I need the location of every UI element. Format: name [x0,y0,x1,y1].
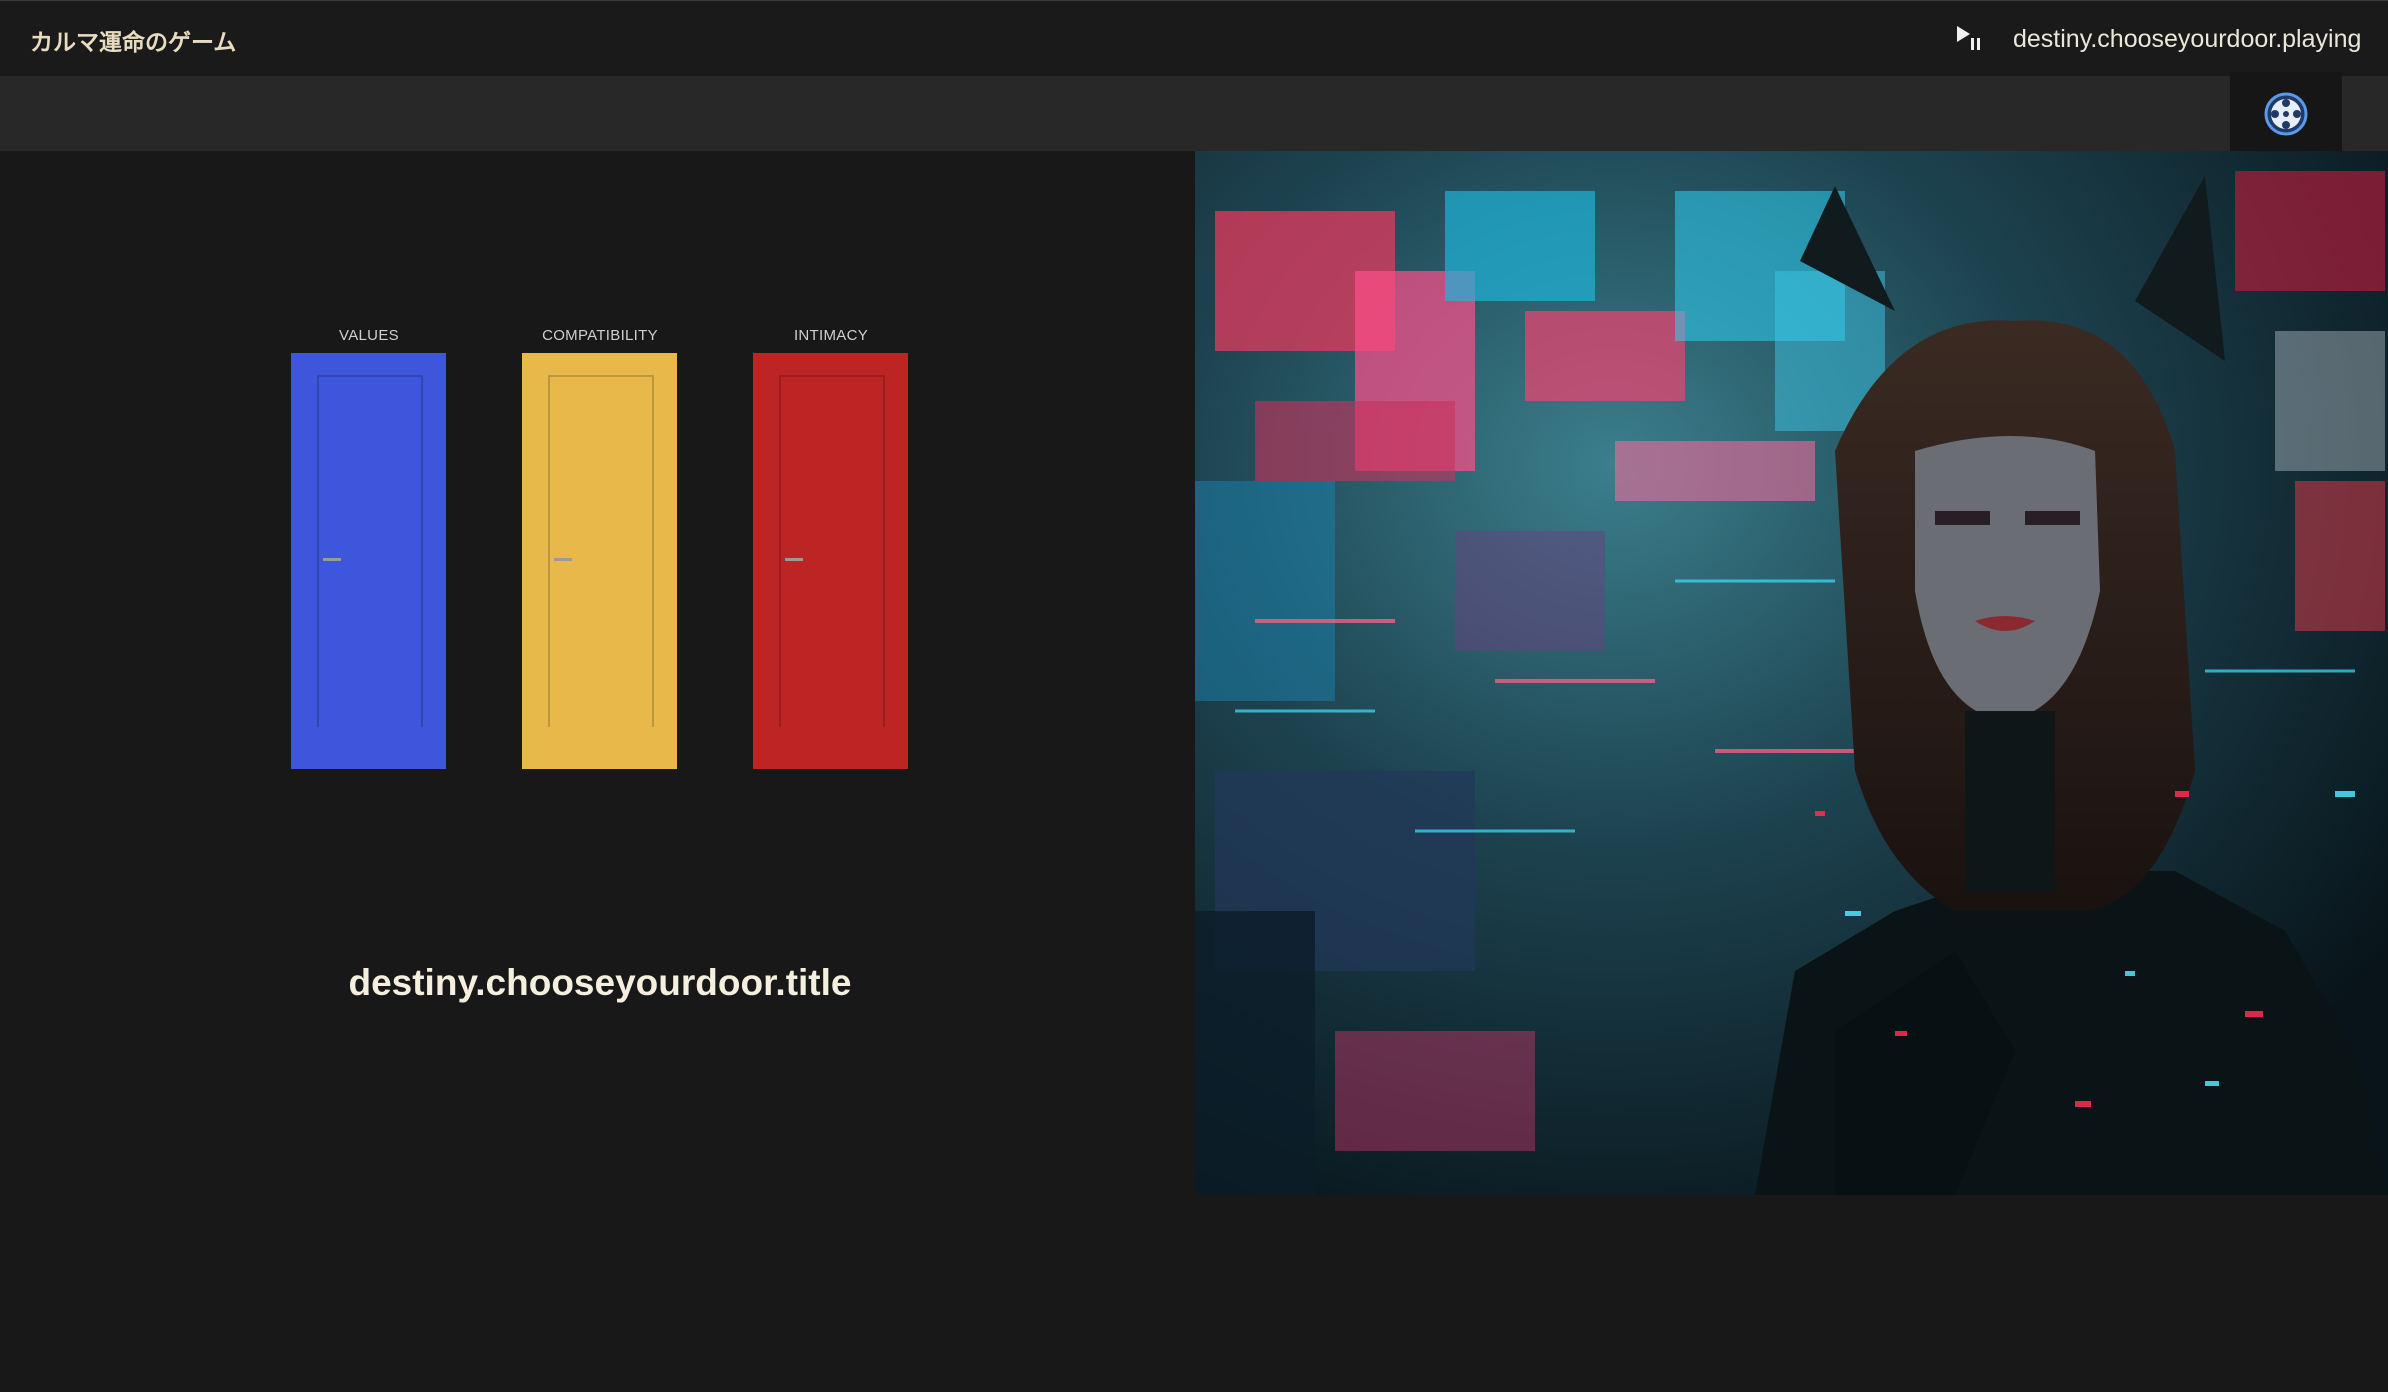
door-values[interactable] [291,353,446,769]
door-values-label: VALUES [339,327,399,344]
door-intimacy[interactable] [753,353,908,769]
door-compatibility-group: COMPATIBILITY [522,326,678,769]
door-handle [785,558,803,561]
now-playing-text: destiny.chooseyourdoor.playing [2013,25,2362,53]
top-header: カルマ運命のゲーム destiny.chooseyourdoor.playing [0,0,2388,77]
bottom-area [0,1195,2388,1392]
app-title: カルマ運命のゲーム [30,30,237,56]
artwork-image [1195,151,2388,1195]
door-panel [779,375,885,727]
door-intimacy-label: INTIMACY [793,327,869,344]
door-compatibility-label: COMPATIBILITY [542,327,658,344]
toolbar [0,76,2388,151]
door-panel [548,375,654,727]
door-compatibility[interactable] [522,353,677,769]
door-panel [317,375,423,727]
play-pause-icon[interactable] [1956,25,1982,53]
door-values-group: VALUES [291,326,447,769]
film-reel-icon [2264,92,2308,136]
door-handle [323,558,341,561]
choose-door-title: destiny.chooseyourdoor.title [348,962,852,1003]
door-intimacy-group: INTIMACY [753,326,909,769]
door-handle [554,558,572,561]
app-root: カルマ運命のゲーム destiny.chooseyourdoor.playing… [0,0,2388,1392]
